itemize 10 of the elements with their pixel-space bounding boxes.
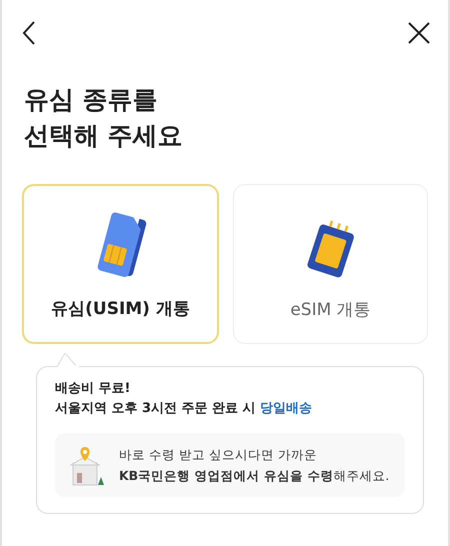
page-title: 유심 종류를 xyxy=(24,84,159,116)
back-icon[interactable] xyxy=(22,21,36,45)
page-title: 선택해 주세요 xyxy=(24,120,184,152)
shipping-note: 서울지역 오후 3시전 주문 완료 시 당일배송 xyxy=(55,400,314,418)
notice-text: KB국민은행 영업점에서 유심을 수령해주세요. xyxy=(119,467,390,485)
notice-text: 바로 수령 받고 싶으시다면 가까운 xyxy=(119,446,318,464)
sim-option-card[interactable]: 유심(USIM) 개통 xyxy=(22,184,219,344)
sim-option-card[interactable]: eSIM 개통 xyxy=(233,184,428,344)
shipping-headline: 배송비 무료! xyxy=(55,380,132,398)
close-icon[interactable] xyxy=(408,22,430,44)
